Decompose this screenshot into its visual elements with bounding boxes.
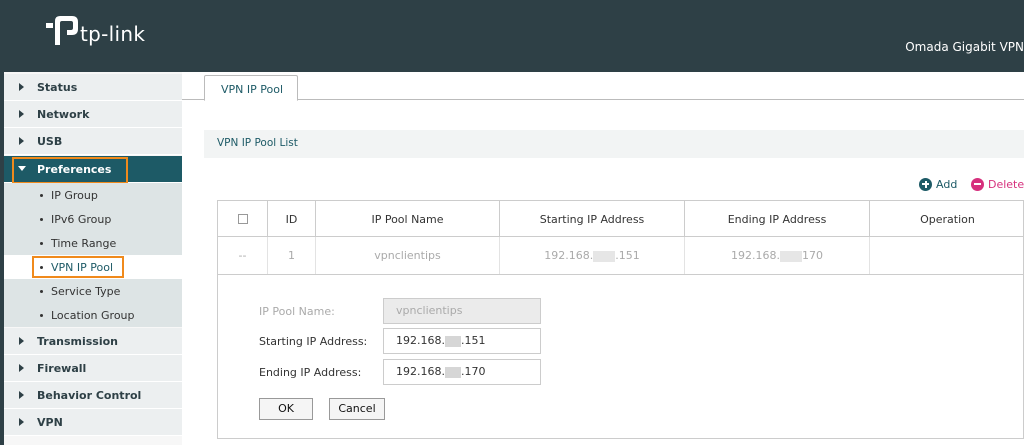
header-id[interactable]: ID <box>268 201 316 238</box>
header-starting-ip[interactable]: Starting IP Address <box>500 201 685 238</box>
sidebar-item-label: Network <box>37 108 90 121</box>
sidebar-item-status[interactable]: Status <box>4 74 182 101</box>
ending-ip-label: Ending IP Address: <box>259 366 362 379</box>
edit-form: IP Pool Name: vpnclientips Starting IP A… <box>217 275 1024 439</box>
highlight-vpn-ip-pool <box>32 256 124 278</box>
caret-right-icon <box>19 137 24 145</box>
section-title: VPN IP Pool List <box>217 137 298 149</box>
sidebar-item-behavior-control[interactable]: Behavior Control <box>4 382 182 409</box>
row-starting-ip: 192.168. .151 <box>500 237 685 274</box>
bullet-icon <box>40 290 43 293</box>
ip-prefix: 192.168. <box>731 249 780 262</box>
ip-suffix: .170 <box>460 365 486 378</box>
section-header: VPN IP Pool List <box>204 130 1024 158</box>
sidebar-item-label: Transmission <box>37 335 119 348</box>
caret-right-icon <box>19 418 24 426</box>
sidebar-subitem-label: Location Group <box>51 309 135 322</box>
brand-name: tp-link <box>80 22 146 46</box>
sidebar-item-label: Status <box>37 81 78 94</box>
bullet-icon <box>40 242 43 245</box>
sidebar-subitem-label: Time Range <box>51 237 117 250</box>
row-ending-ip: 192.168. 170 <box>685 237 870 274</box>
sidebar-subitem-ip-group[interactable]: IP Group <box>4 183 182 207</box>
ip-suffix: .151 <box>460 334 486 347</box>
plus-circle-icon <box>919 178 932 191</box>
header-ending-ip[interactable]: Ending IP Address <box>685 201 870 238</box>
add-label: Add <box>936 178 958 191</box>
sidebar-item-vpn[interactable]: VPN <box>4 409 182 436</box>
sidebar-item-network[interactable]: Network <box>4 101 182 128</box>
select-all-header <box>218 201 268 238</box>
sidebar-subitem-ipv6-group[interactable]: IPv6 Group <box>4 207 182 231</box>
bullet-icon <box>40 194 43 197</box>
redacted-octet <box>593 250 616 262</box>
bullet-icon <box>40 218 43 221</box>
bullet-icon <box>40 314 43 317</box>
row-check: -- <box>218 237 268 274</box>
sidebar-item-label: VPN <box>37 416 63 429</box>
sidebar-subitem-service-type[interactable]: Service Type <box>4 279 182 303</box>
sidebar-item-label: Firewall <box>37 362 87 375</box>
ending-ip-field[interactable]: 192.168. .170 <box>383 359 541 385</box>
header-pool-name[interactable]: IP Pool Name <box>316 201 500 238</box>
redacted-octet <box>444 335 461 347</box>
row-id: 1 <box>268 237 316 274</box>
caret-right-icon <box>19 364 24 372</box>
sidebar-item-usb[interactable]: USB <box>4 128 182 155</box>
select-all-checkbox[interactable] <box>238 214 248 224</box>
sidebar-item-label: USB <box>37 135 63 148</box>
pool-name-field: vpnclientips <box>383 298 541 324</box>
caret-right-icon <box>19 110 24 118</box>
sidebar-subitem-time-range[interactable]: Time Range <box>4 231 182 255</box>
tab-label: VPN IP Pool <box>221 83 284 96</box>
ok-button[interactable]: OK <box>259 398 313 420</box>
table-header: ID IP Pool Name Starting IP Address Endi… <box>217 200 1024 238</box>
caret-right-icon <box>19 391 24 399</box>
highlight-preferences <box>12 157 128 184</box>
add-button[interactable]: Add <box>919 178 959 192</box>
cancel-button[interactable]: Cancel <box>329 398 385 420</box>
delete-button[interactable]: Delete <box>971 178 1024 192</box>
ip-prefix: 192.168. <box>396 365 445 378</box>
sidebar-subitem-location-group[interactable]: Location Group <box>4 303 182 327</box>
starting-ip-field[interactable]: 192.168. .151 <box>383 328 541 354</box>
sidebar-item-transmission[interactable]: Transmission <box>4 328 182 355</box>
sidebar-subitem-label: Service Type <box>51 285 121 298</box>
redacted-octet <box>444 366 461 378</box>
tab-bar: VPN IP Pool <box>182 72 1024 101</box>
row-operation <box>870 237 1024 274</box>
delete-label: Delete <box>988 178 1024 191</box>
tab-vpn-ip-pool[interactable]: VPN IP Pool <box>204 75 298 101</box>
ip-prefix: 192.168. <box>396 334 445 347</box>
ip-suffix: .151 <box>615 249 640 262</box>
redacted-octet <box>779 250 802 262</box>
sidebar-item-label: Behavior Control <box>37 389 142 402</box>
pool-name-label: IP Pool Name: <box>259 305 335 318</box>
sidebar: Status Network USB Preferences IP Group … <box>4 72 182 445</box>
sidebar-item-firewall[interactable]: Firewall <box>4 355 182 382</box>
ip-suffix: 170 <box>801 249 823 262</box>
caret-right-icon <box>19 83 24 91</box>
row-pool-name: vpnclientips <box>316 237 500 274</box>
header-operation: Operation <box>920 213 975 226</box>
ip-prefix: 192.168. <box>544 249 594 262</box>
sidebar-subitem-label: IP Group <box>51 189 98 202</box>
sidebar-subitem-label: IPv6 Group <box>51 213 112 226</box>
device-title: Omada Gigabit VPN <box>905 40 1024 54</box>
table-row[interactable]: -- 1 vpnclientips 192.168. .151 192.168. 1… <box>217 237 1024 275</box>
top-header: tp-link Omada Gigabit VPN <box>0 0 1024 72</box>
caret-right-icon <box>19 337 24 345</box>
minus-circle-icon <box>971 178 984 191</box>
starting-ip-label: Starting IP Address: <box>259 335 368 348</box>
